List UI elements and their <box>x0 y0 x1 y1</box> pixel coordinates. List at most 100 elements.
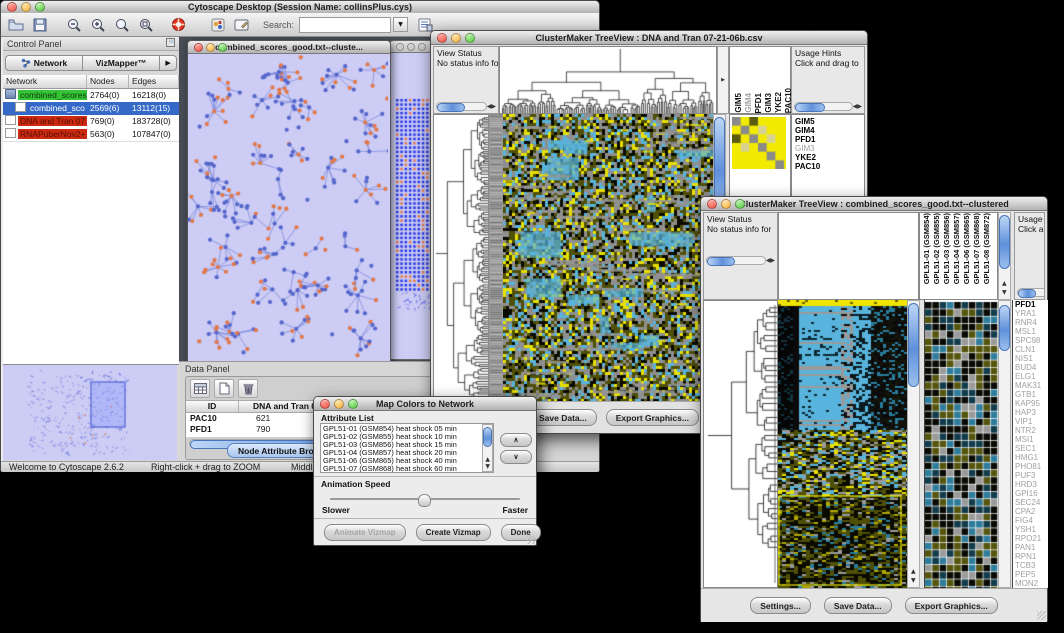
gene-label[interactable]: TCB3 <box>1015 561 1048 570</box>
dialog-button[interactable]: Create Vizmap <box>416 524 491 541</box>
gene-label[interactable]: PUF3 <box>1015 471 1048 480</box>
attribute-list-item[interactable]: GPL51-07 (GSM868) heat shock 60 min <box>323 465 491 473</box>
zoom-button[interactable] <box>735 199 745 209</box>
minimize-button[interactable] <box>721 199 731 209</box>
tv2-labels-vscrollbar[interactable]: ▲ ▼ <box>998 212 1011 300</box>
attribute-list-item[interactable]: GPL51-02 (GSM855) heat shock 10 min <box>323 433 491 441</box>
network-table-row[interactable]: combined_scores_ 2764(0) 16218(0) <box>3 89 179 102</box>
gene-label[interactable]: YSH1 <box>1015 525 1048 534</box>
close-button[interactable] <box>396 43 404 51</box>
tv2-genelist-vscrollbar[interactable] <box>998 300 1011 588</box>
move-down-button[interactable]: ∨ <box>500 450 532 464</box>
column-label[interactable]: GIM3 <box>764 93 773 113</box>
zoom-fit-icon[interactable] <box>135 15 157 35</box>
zoom-button[interactable] <box>418 43 426 51</box>
gene-label[interactable]: FIG4 <box>1015 516 1048 525</box>
close-button[interactable] <box>707 199 717 209</box>
column-label[interactable]: GPL51-03 (GSM856) <box>942 213 951 284</box>
network-table-row[interactable]: RNAPuberNov2+ 563(0) 107847(0) <box>3 128 179 141</box>
gene-label[interactable]: MSI1 <box>1015 435 1048 444</box>
dialog-titlebar[interactable]: Map Colors to Network <box>314 397 536 411</box>
zoom-button[interactable] <box>218 43 227 52</box>
search-input[interactable] <box>299 17 391 33</box>
column-label[interactable]: PFD1 <box>754 93 763 113</box>
resize-grip[interactable] <box>1037 611 1046 620</box>
zoom-button[interactable] <box>465 33 475 43</box>
data-col-id[interactable]: ID <box>186 401 239 412</box>
gene-label[interactable]: PHO81 <box>1015 462 1048 471</box>
treeview-button[interactable]: Settings... <box>750 597 811 614</box>
scroll-down-icon[interactable]: ▼ <box>1002 289 1007 296</box>
treeview-button[interactable]: Export Graphics... <box>606 409 699 426</box>
gene-label[interactable]: MON2 <box>1015 579 1048 588</box>
treeview2-titlebar[interactable]: ClusterMaker TreeView : combined_scores_… <box>701 197 1047 211</box>
column-label[interactable]: GPL51-06 (GSM865) <box>962 213 971 284</box>
gene-label[interactable]: GIM3 <box>795 144 864 153</box>
attribute-list-item[interactable]: GPL51-01 (GSM854) heat shock 05 min <box>323 425 491 433</box>
gene-label[interactable]: KAP95 <box>1015 399 1048 408</box>
tv1-main-heatmap[interactable] <box>503 114 713 401</box>
delete-attribute-icon[interactable] <box>238 379 258 398</box>
gene-label[interactable]: VIP1 <box>1015 417 1048 426</box>
gene-label[interactable]: NIS1 <box>1015 354 1048 363</box>
network-table-row[interactable]: combined_sco 2569(6) 13112(15) <box>3 102 179 115</box>
gene-label[interactable]: PEP5 <box>1015 570 1048 579</box>
select-attributes-icon[interactable] <box>190 379 210 398</box>
gene-label[interactable]: CPA2 <box>1015 507 1048 516</box>
float-panel-icon[interactable] <box>166 38 175 49</box>
close-button[interactable] <box>437 33 447 43</box>
tab-network[interactable]: Network <box>5 55 83 71</box>
gene-label[interactable]: CLN1 <box>1015 345 1048 354</box>
scroll-up-icon[interactable]: ▲ <box>485 456 490 463</box>
gene-label[interactable]: RPO21 <box>1015 534 1048 543</box>
tv2-status-scrollbar[interactable] <box>706 256 766 265</box>
scroll-down-icon[interactable]: ▼ <box>485 463 490 470</box>
treeview1-titlebar[interactable]: ClusterMaker TreeView : DNA and Tran 07-… <box>431 31 867 45</box>
gene-label[interactable]: HRD3 <box>1015 480 1048 489</box>
gene-label[interactable]: SEC1 <box>1015 444 1048 453</box>
scroll-up-icon[interactable]: ▲ <box>1002 280 1007 287</box>
tv1-zoom-heatmap[interactable] <box>732 117 786 169</box>
scroll-up-icon[interactable]: ▲ <box>911 568 916 575</box>
resize-grip[interactable] <box>527 536 535 544</box>
help-lifering-icon[interactable] <box>167 15 189 35</box>
new-attribute-icon[interactable] <box>214 379 234 398</box>
save-session-icon[interactable] <box>29 15 51 35</box>
column-label[interactable]: GIM4 <box>744 93 753 113</box>
animation-speed-slider[interactable] <box>330 494 520 504</box>
gene-label[interactable]: MAK31 <box>1015 381 1048 390</box>
gene-label[interactable]: BUD4 <box>1015 363 1048 372</box>
expand-icon[interactable]: ▶ <box>721 77 725 84</box>
gene-label[interactable]: MSL1 <box>1015 327 1048 336</box>
gene-label[interactable]: YRA1 <box>1015 309 1048 318</box>
column-label[interactable]: YKE2 <box>774 92 783 113</box>
close-button[interactable] <box>7 2 17 12</box>
attribute-list-vscrollbar[interactable]: ▲ ▼ <box>482 424 493 472</box>
gene-label[interactable]: PFD1 <box>795 135 864 144</box>
tv1-status-scrollbar[interactable] <box>436 102 487 111</box>
network-table-row[interactable]: DNA and Tran 07 769(0) 183728(0) <box>3 115 179 128</box>
tab-vizmapper[interactable]: VizMapper™ <box>83 55 160 71</box>
minimize-button[interactable] <box>451 33 461 43</box>
gene-label[interactable]: RNR4 <box>1015 318 1048 327</box>
dialog-button[interactable]: Animate Vizmap <box>324 524 406 541</box>
attribute-list-item[interactable]: GPL51-06 (GSM865) heat shock 40 min <box>323 457 491 465</box>
scroll-right-icon[interactable]: ▶ <box>491 103 496 110</box>
gene-label[interactable]: HAP3 <box>1015 408 1048 417</box>
scroll-down-icon[interactable]: ▼ <box>911 577 916 584</box>
tv1-usage-scrollbar[interactable] <box>794 102 853 111</box>
minimize-button[interactable] <box>206 43 215 52</box>
annotation-icon[interactable] <box>231 15 253 35</box>
treeview-button[interactable]: Export Graphics... <box>905 597 998 614</box>
slider-thumb[interactable] <box>418 494 431 507</box>
tv2-main-heatmap[interactable] <box>778 300 907 588</box>
attribute-list-item[interactable]: GPL51-03 (GSM856) heat shock 15 min <box>323 441 491 449</box>
scroll-right-icon[interactable]: ▶ <box>770 257 775 264</box>
network-window-a[interactable]: combined_scores_good.txt--cluste... <box>187 40 391 361</box>
column-label[interactable]: GPL51-01 (GSM854) <box>922 213 931 284</box>
zoom-out-icon[interactable] <box>63 15 85 35</box>
zoom-button[interactable] <box>35 2 45 12</box>
tv2-usage-scrollbar[interactable] <box>1017 288 1045 297</box>
network-view-canvas[interactable] <box>188 54 388 361</box>
zoom-button[interactable] <box>348 399 358 409</box>
